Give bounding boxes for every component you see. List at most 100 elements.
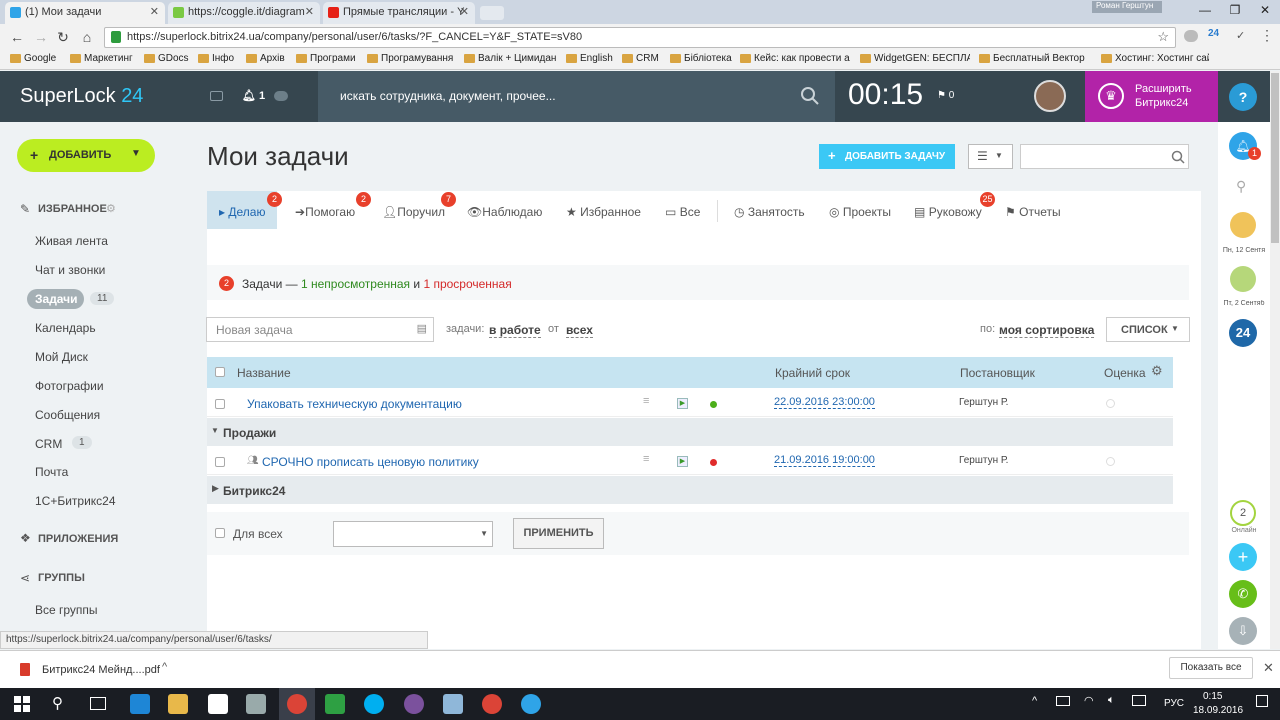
- bookmark[interactable]: Архів: [246, 53, 285, 64]
- tab-supervising[interactable]: ▤ Руковожу: [914, 205, 982, 219]
- notice-overdue-link[interactable]: 1 просроченная: [423, 277, 511, 291]
- menu-item-messages[interactable]: Сообщения: [35, 408, 100, 422]
- new-task-input[interactable]: Новая задача ▤: [206, 317, 434, 342]
- extend-plan-button[interactable]: ♛ Расширить Битрикс24: [1085, 71, 1218, 122]
- task-view-icon[interactable]: [90, 697, 106, 710]
- bookmark[interactable]: Маркетинг: [70, 53, 133, 64]
- col-name[interactable]: Название: [237, 366, 291, 380]
- bookmark[interactable]: GDocs: [144, 53, 189, 64]
- search-icon[interactable]: ⚲: [52, 694, 63, 712]
- bookmark[interactable]: Валік + Цимидан: [464, 53, 556, 64]
- browser-tab[interactable]: https://coggle.it/diagram ✕: [168, 2, 320, 24]
- sort-value[interactable]: моя сортировка: [999, 323, 1095, 338]
- menu-item-1c[interactable]: 1С+Битрикс24: [35, 494, 116, 508]
- add-chat-icon[interactable]: +: [1229, 543, 1257, 571]
- menu-item-chat[interactable]: Чат и звонки: [35, 263, 105, 277]
- volume-icon[interactable]: 🔈︎: [1108, 694, 1115, 707]
- rating-icon[interactable]: [1106, 399, 1115, 408]
- for-all-checkbox[interactable]: [215, 528, 225, 538]
- edge-icon[interactable]: [130, 694, 150, 714]
- creator-name[interactable]: Герштун Р.: [959, 455, 1008, 466]
- gear-icon[interactable]: ⚙: [106, 202, 116, 215]
- task-title-link[interactable]: СРОЧНО прописать ценовую политику: [262, 455, 479, 469]
- col-creator[interactable]: Постановщик: [960, 366, 1035, 380]
- chevron-down-icon[interactable]: ▼: [131, 148, 141, 159]
- view-mode-button[interactable]: СПИСОК ▼: [1106, 317, 1190, 342]
- drag-handle-icon[interactable]: ≡: [643, 395, 649, 407]
- menu-item-crm[interactable]: CRM: [35, 437, 62, 451]
- back-icon[interactable]: ←: [8, 28, 26, 46]
- search-icon[interactable]: [800, 86, 819, 105]
- close-icon[interactable]: ✕: [460, 5, 469, 18]
- reload-icon[interactable]: ↻: [54, 28, 72, 46]
- star-icon[interactable]: ☆: [1157, 29, 1169, 45]
- search-icon[interactable]: ⚲: [1236, 178, 1246, 195]
- chrome-icon[interactable]: [287, 694, 307, 714]
- close-window-icon[interactable]: ✕: [1250, 0, 1280, 20]
- menu-item-tasks[interactable]: Задачи: [35, 292, 78, 306]
- favorites-heading[interactable]: ИЗБРАННОЕ: [38, 203, 107, 215]
- bookmark[interactable]: WidgetGEN: БЕСПЛА: [860, 53, 970, 64]
- menu-item-disk[interactable]: Мой Диск: [35, 350, 88, 364]
- avatar[interactable]: [1230, 266, 1256, 292]
- language-indicator[interactable]: РУС: [1164, 698, 1184, 709]
- show-all-button[interactable]: Показать все: [1169, 657, 1253, 679]
- table-row[interactable]: 👥︎ СРОЧНО прописать ценовую политику ≡ ▶…: [207, 447, 1173, 475]
- deadline-link[interactable]: 22.09.2016 23:00:00: [774, 396, 875, 409]
- maximize-icon[interactable]: ❐: [1220, 0, 1250, 20]
- col-rating[interactable]: Оценка: [1104, 366, 1146, 380]
- address-bar[interactable]: https://superlock.bitrix24.ua/company/pe…: [104, 27, 1176, 48]
- deadline-link[interactable]: 21.09.2016 19:00:00: [774, 454, 875, 467]
- bitrix24-icon[interactable]: 24: [1229, 319, 1257, 347]
- extension-icon[interactable]: ✓: [1236, 29, 1248, 43]
- keyboard-icon[interactable]: [1132, 695, 1146, 706]
- work-time-clock[interactable]: 00:15: [848, 78, 923, 112]
- battery-icon[interactable]: [1056, 696, 1070, 706]
- bookmark[interactable]: Бібліотека: [670, 53, 732, 64]
- tab-help[interactable]: ➔Помогаю: [295, 205, 355, 219]
- bitrix24-app-icon[interactable]: [521, 694, 541, 714]
- filter-state[interactable]: в работе: [489, 323, 541, 338]
- new-tab-button[interactable]: [480, 6, 504, 20]
- menu-item-feed[interactable]: Живая лента: [35, 234, 108, 248]
- table-row[interactable]: Упаковать техническую документацию ≡ ▶ 2…: [207, 389, 1173, 417]
- forward-icon[interactable]: →: [32, 28, 50, 46]
- minimize-icon[interactable]: —: [1190, 0, 1220, 20]
- rating-icon[interactable]: [1106, 457, 1115, 466]
- start-task-icon[interactable]: ▶: [677, 456, 688, 467]
- tab-projects[interactable]: ◎ Проекты: [829, 205, 891, 219]
- notifications[interactable]: 🔔︎ 1: [242, 89, 265, 102]
- chrome-icon[interactable]: [482, 694, 502, 714]
- close-icon[interactable]: ✕: [1263, 660, 1274, 676]
- add-button[interactable]: + ДОБАВИТЬ ▼: [17, 139, 155, 172]
- cloud-extension-icon[interactable]: [1184, 30, 1198, 42]
- menu-item-photos[interactable]: Фотографии: [35, 379, 104, 393]
- browser-tab[interactable]: Прямые трансляции - Y ✕: [323, 2, 475, 24]
- app-icon[interactable]: [443, 694, 463, 714]
- chevron-up-icon[interactable]: ^: [1032, 695, 1037, 707]
- row-checkbox[interactable]: [215, 399, 225, 409]
- notice-unseen-link[interactable]: 1 непросмотренная: [301, 277, 410, 291]
- row-checkbox[interactable]: [215, 457, 225, 467]
- flag-counter[interactable]: ⚑ 0: [937, 90, 954, 101]
- drag-handle-icon[interactable]: ≡: [643, 453, 649, 465]
- windows-start-icon[interactable]: [14, 696, 30, 712]
- app-icon[interactable]: [325, 694, 345, 714]
- view-settings-button[interactable]: ☰ ▼: [968, 144, 1013, 169]
- tab-assigned[interactable]: 👤︎Поручил: [382, 205, 445, 219]
- tab-doing[interactable]: ▸ Делаю: [219, 205, 265, 219]
- bookmark[interactable]: Інфо: [198, 53, 234, 64]
- portal-logo[interactable]: SuperLock 24: [20, 85, 143, 108]
- tab-all[interactable]: ▭ Все: [665, 205, 700, 219]
- apps-heading[interactable]: ПРИЛОЖЕНИЯ: [38, 533, 118, 545]
- bookmark[interactable]: Програми: [296, 53, 356, 64]
- chevron-up-icon[interactable]: ^: [162, 661, 167, 673]
- filter-input[interactable]: [1020, 144, 1189, 169]
- download-icon[interactable]: ⇩: [1229, 617, 1257, 645]
- menu-item-calendar[interactable]: Календарь: [35, 321, 96, 335]
- profile-name[interactable]: Роман Герштун: [1092, 1, 1162, 13]
- select-all-checkbox[interactable]: [215, 367, 225, 377]
- bookmark[interactable]: Хостинг: Хостинг сай: [1101, 53, 1209, 64]
- details-icon[interactable]: ▤: [417, 322, 427, 335]
- apply-button[interactable]: ПРИМЕНИТЬ: [513, 518, 604, 549]
